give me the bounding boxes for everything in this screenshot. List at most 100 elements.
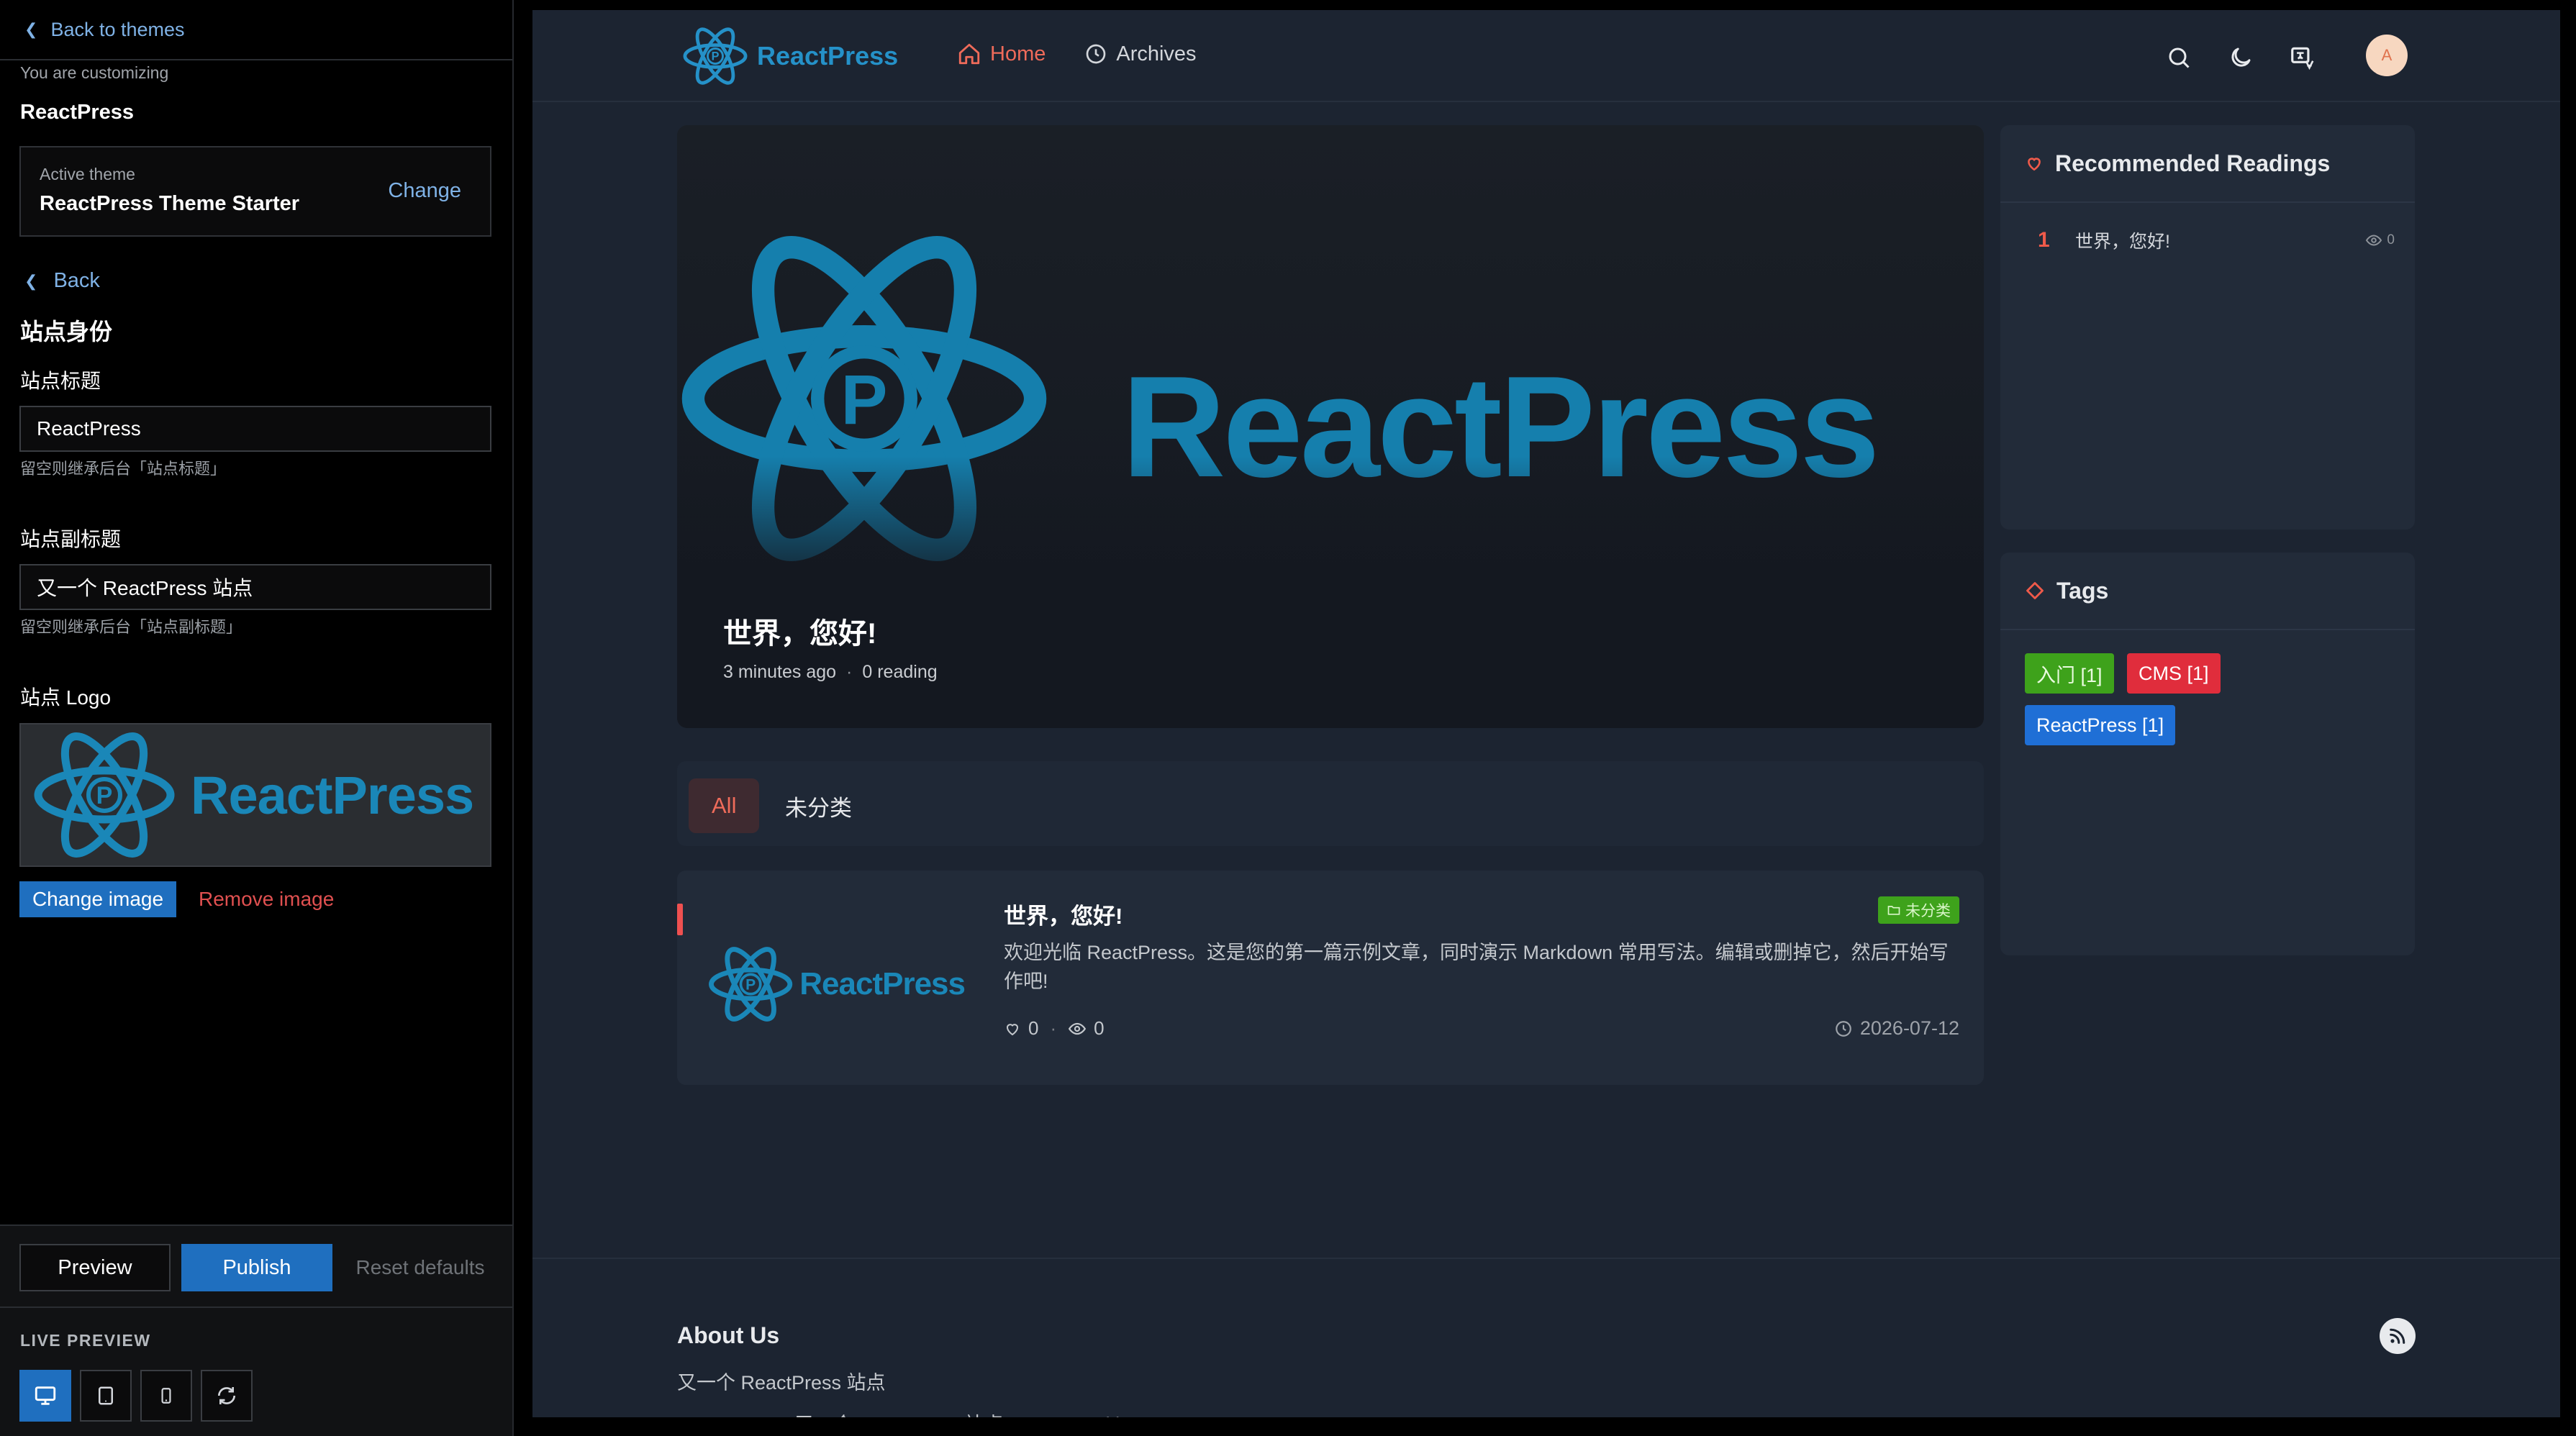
remove-image-button[interactable]: Remove image: [199, 888, 334, 911]
mobile-icon: [161, 1388, 171, 1404]
tags-title: Tags: [2056, 577, 2109, 604]
site-header: P ReactPress Home Archives A: [532, 10, 2560, 102]
nav-home-label: Home: [990, 42, 1046, 65]
reading-rank: 1: [2038, 228, 2050, 252]
back-link[interactable]: ❮ Back: [24, 269, 100, 293]
device-desktop-button[interactable]: [19, 1370, 71, 1422]
post-date: 2026-07-12: [1834, 1017, 1959, 1040]
chevron-left-icon: ❮: [24, 20, 38, 38]
heart-icon: [1006, 1023, 1019, 1035]
site-logo-preview: P ReactPress: [19, 723, 491, 867]
device-tablet-button[interactable]: [80, 1370, 132, 1422]
post-title[interactable]: 世界，您好!: [1004, 898, 1123, 930]
reset-defaults-button[interactable]: Reset defaults: [348, 1244, 492, 1291]
post-category-badge[interactable]: 未分类: [1878, 896, 1959, 924]
site-title-hint: 留空则继承后台「站点标题」: [20, 460, 227, 478]
tag-chip[interactable]: 入门 [1]: [2025, 653, 2114, 694]
folder-icon: [1887, 906, 1900, 915]
post-likes: 0: [1028, 1017, 1039, 1039]
reading-title: 世界，您好!: [2075, 232, 2170, 252]
post-excerpt: 欢迎光临 ReactPress。这是您的第一篇示例文章，同时演示 Markdow…: [1004, 942, 1949, 992]
site-footer: About Us 又一个 ReactPress 站点 ReactPress - …: [532, 1258, 2560, 1417]
live-preview-label: LIVE PREVIEW: [20, 1331, 151, 1350]
nav-archives[interactable]: Archives: [1084, 42, 1197, 66]
back-to-themes-label: Back to themes: [50, 18, 185, 40]
post-card[interactable]: P ReactPress 世界，您好! 欢迎光临 ReactPress。这是您的…: [677, 871, 1984, 1085]
svg-text:P: P: [841, 360, 888, 439]
post-views: 0: [1094, 1017, 1105, 1039]
tab-all[interactable]: All: [689, 778, 760, 833]
site-subtitle-hint: 留空则继承后台「站点副标题」: [20, 618, 242, 636]
eye-icon: [2366, 235, 2382, 246]
theme-toggle-button[interactable]: [2226, 43, 2255, 72]
nav-home[interactable]: Home: [957, 42, 1046, 66]
category-tabs: All 未分类: [677, 761, 1984, 846]
clock-icon: [1836, 1020, 1851, 1037]
clock-icon: [1087, 44, 1106, 64]
site-subtitle-label: 站点副标题: [20, 528, 122, 550]
back-label: Back: [53, 269, 100, 292]
post-category-label: 未分类: [1905, 903, 1951, 919]
nav-archives-label: Archives: [1116, 42, 1197, 65]
user-avatar[interactable]: A: [2366, 35, 2408, 76]
heart-icon: [2028, 158, 2041, 171]
header-actions: [2164, 43, 2350, 72]
reading-views: 0: [2365, 232, 2395, 249]
recommended-readings-card: Recommended Readings 1 世界，您好! 0: [2000, 125, 2415, 530]
device-mobile-button[interactable]: [140, 1370, 192, 1422]
theme-name: ReactPress: [20, 101, 134, 124]
post-date-value: 2026-07-12: [1859, 1017, 1959, 1039]
main-nav: Home Archives: [957, 42, 1235, 66]
moon-icon: [2231, 47, 2251, 67]
footer-title: About Us: [677, 1322, 780, 1348]
site-subtitle-input[interactable]: [19, 564, 491, 610]
tag-chip[interactable]: ReactPress [1]: [2025, 705, 2176, 745]
publish-button[interactable]: Publish: [181, 1244, 332, 1291]
svg-text:P: P: [96, 782, 113, 809]
tab-uncategorized[interactable]: 未分类: [785, 778, 852, 833]
site-brand[interactable]: P ReactPress: [681, 24, 898, 88]
logo-wordmark: ReactPress: [191, 765, 474, 825]
reading-item[interactable]: 1 世界，您好! 0: [2038, 227, 2395, 253]
post-stats: 0 · 0: [1004, 1017, 1105, 1040]
hero-reading: 0 reading: [862, 662, 938, 682]
post-thumb-wordmark: ReactPress: [799, 966, 966, 1001]
react-atom-logo-icon: P: [709, 947, 793, 1022]
reading-views-count: 0: [2387, 232, 2395, 247]
site-title-label: 站点标题: [20, 370, 101, 392]
search-icon: [2169, 47, 2190, 68]
post-accent-bar: [677, 904, 683, 935]
hero-meta: 3 minutes ago · 0 reading: [723, 662, 938, 682]
tags-card: Tags 入门 [1] CMS [1] ReactPress [1]: [2000, 553, 2415, 955]
hero-featured-post[interactable]: P ReactPress 世界，您好! 3 minutes ago · 0 read…: [677, 125, 1984, 728]
site-logo-label: 站点 Logo: [20, 686, 112, 709]
active-theme-label: Active theme: [40, 165, 135, 183]
tag-chip[interactable]: CMS [1]: [2127, 653, 2221, 694]
hero-title: 世界，您好!: [723, 618, 877, 650]
refresh-preview-button[interactable]: [201, 1370, 253, 1422]
back-to-themes-link[interactable]: ❮ Back to themes: [0, 0, 512, 60]
footer-subtitle: 又一个 ReactPress 站点: [677, 1372, 886, 1394]
rss-button[interactable]: [2380, 1318, 2416, 1354]
site-title-input[interactable]: [19, 406, 491, 452]
eye-icon: [1069, 1022, 1087, 1035]
customizer-footer: Preview Publish Reset defaults LIVE PREV…: [0, 1224, 512, 1436]
change-theme-button[interactable]: Change: [388, 179, 461, 203]
rss-icon: [2390, 1328, 2405, 1344]
language-button[interactable]: [2288, 43, 2317, 72]
post-thumbnail: P ReactPress: [706, 934, 966, 1035]
tablet-icon: [99, 1386, 113, 1405]
tag-icon: [2026, 582, 2044, 599]
preview-button[interactable]: Preview: [19, 1244, 171, 1291]
react-atom-logo-icon: P: [34, 732, 175, 858]
active-theme-value: ReactPress Theme Starter: [40, 192, 300, 215]
customizer-panel: ❮ Back to themes You are customizing Rea…: [0, 0, 514, 1436]
search-button[interactable]: [2164, 43, 2193, 72]
customizer-actions: Preview Publish Reset defaults: [0, 1226, 512, 1308]
live-preview-frame: P ReactPress Home Archives A P ReactPres…: [532, 10, 2560, 1417]
recommended-readings-title: Recommended Readings: [2055, 150, 2331, 176]
home-icon: [958, 43, 980, 65]
active-theme-box: Active theme ReactPress Theme Starter Ch…: [19, 146, 491, 237]
change-image-button[interactable]: Change image: [19, 881, 176, 917]
customizing-label: You are customizing: [20, 63, 169, 82]
